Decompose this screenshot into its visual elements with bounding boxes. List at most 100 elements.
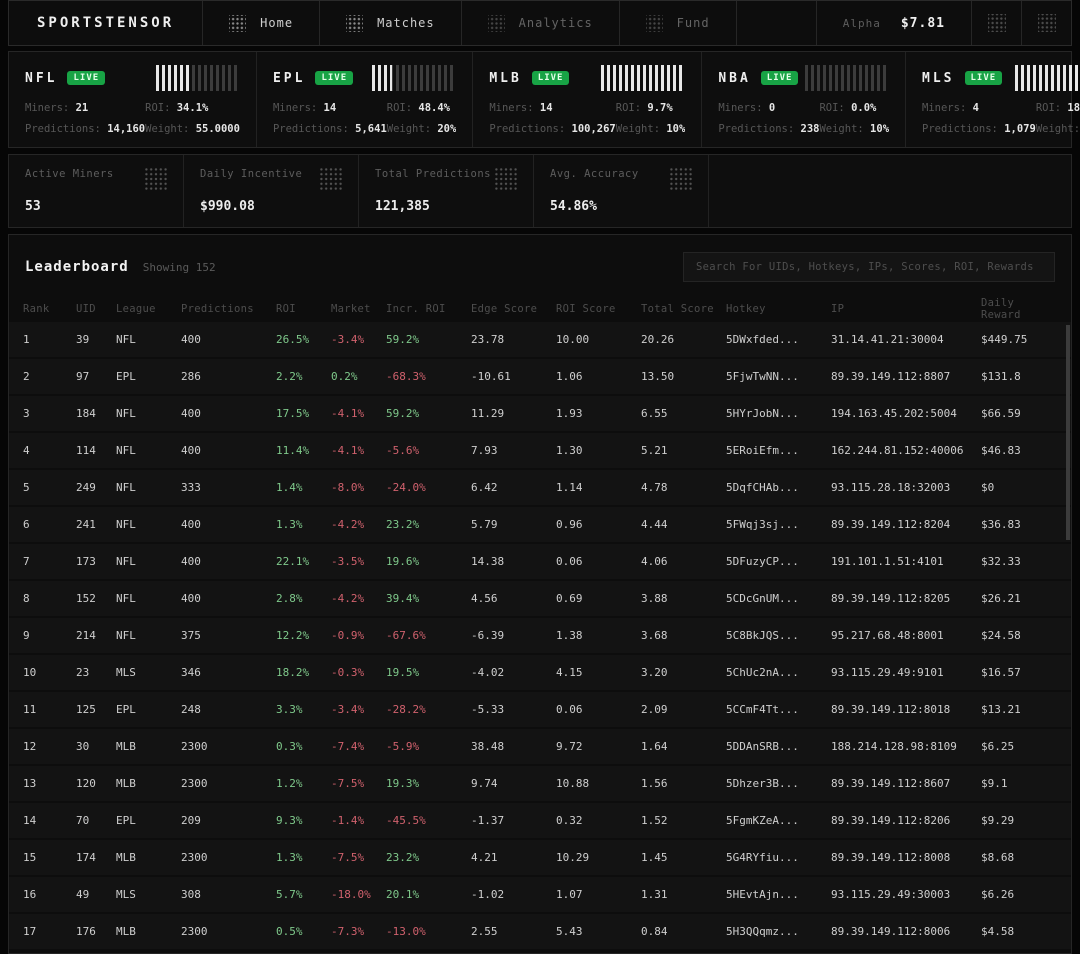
stats-row: Active Miners53Daily Incentive$990.08Tot… xyxy=(8,154,1072,228)
col-header-roi-score[interactable]: ROI Score xyxy=(556,303,641,315)
stat-card-value: 53 xyxy=(25,199,167,214)
cell-rank: 15 xyxy=(23,851,76,864)
cell-uid: 120 xyxy=(76,777,116,790)
cell-daily-reward: $9.1 xyxy=(981,777,1057,790)
league-card-epl: EPLLIVEMiners: 14ROI: 48.4%Predictions: … xyxy=(257,52,473,147)
cell-ip: 162.244.81.152:40006 xyxy=(831,444,981,457)
cell-roi: 17.5% xyxy=(276,407,331,420)
cell-uid: 97 xyxy=(76,370,116,383)
stat-card-total-predictions: Total Predictions121,385 xyxy=(359,155,534,227)
table-row[interactable]: 7173NFL40022.1%-3.5%19.6%14.380.064.065D… xyxy=(9,544,1071,579)
table-row[interactable]: 3184NFL40017.5%-4.1%59.2%11.291.936.555H… xyxy=(9,396,1071,431)
stat-label: Miners: xyxy=(273,102,324,114)
table-row[interactable]: 13120MLB23001.2%-7.5%19.3%9.7410.881.565… xyxy=(9,766,1071,801)
league-card-top: MLSLIVE xyxy=(922,65,1080,91)
cell-incr-roi: 20.1% xyxy=(386,888,471,901)
col-header-rank[interactable]: Rank xyxy=(23,303,76,315)
nav-item-fund[interactable]: Fund xyxy=(620,1,737,45)
stat-value: 18.2% xyxy=(1067,102,1080,114)
col-header-uid[interactable]: UID xyxy=(76,303,116,315)
table-row[interactable]: 4114NFL40011.4%-4.1%-5.6%7.931.305.215ER… xyxy=(9,433,1071,468)
col-header-roi[interactable]: ROI xyxy=(276,303,331,315)
cell-total-score: 20.26 xyxy=(641,333,726,346)
cell-edge-score: 4.56 xyxy=(471,592,556,605)
league-card-top: NBALIVE xyxy=(718,65,889,91)
stat-label: Miners: xyxy=(718,102,769,114)
table-row[interactable]: 6241NFL4001.3%-4.2%23.2%5.790.964.445FWq… xyxy=(9,507,1071,542)
brand-logo[interactable]: SPORTSTENSOR xyxy=(9,1,203,45)
table-row[interactable]: 17176MLB23000.5%-7.3%-13.0%2.555.430.845… xyxy=(9,914,1071,949)
table-row[interactable]: 9214NFL37512.2%-0.9%-67.6%-6.391.383.685… xyxy=(9,618,1071,653)
cell-daily-reward: $24.58 xyxy=(981,629,1057,642)
cell-market: -3.4% xyxy=(331,333,386,346)
league-name: NFL xyxy=(25,71,57,86)
stat-card-label: Daily Incentive xyxy=(200,168,302,180)
cell-roi-score: 0.06 xyxy=(556,703,641,716)
stat-label: ROI: xyxy=(819,102,851,114)
nav-item-analytics[interactable]: Analytics xyxy=(462,1,620,45)
col-header-market[interactable]: Market xyxy=(331,303,386,315)
cell-market: -1.4% xyxy=(331,814,386,827)
grid-icon-button[interactable] xyxy=(971,1,1021,45)
cell-total-score: 4.44 xyxy=(641,518,726,531)
league-card-nfl: NFLLIVEMiners: 21ROI: 34.1%Predictions: … xyxy=(9,52,257,147)
cell-predictions: 2300 xyxy=(181,851,276,864)
col-header-total-score[interactable]: Total Score xyxy=(641,303,726,315)
table-row[interactable]: 139NFL40026.5%-3.4%59.2%23.7810.0020.265… xyxy=(9,322,1071,357)
league-name: MLS xyxy=(922,71,954,86)
cell-league: NFL xyxy=(116,518,181,531)
table-row[interactable]: 15174MLB23001.3%-7.5%23.2%4.2110.291.455… xyxy=(9,840,1071,875)
table-header-row: RankUIDLeaguePredictionsROIMarketIncr. R… xyxy=(9,296,1071,322)
cell-roi-score: 4.15 xyxy=(556,666,641,679)
col-header-edge-score[interactable]: Edge Score xyxy=(471,303,556,315)
col-header-incr-roi[interactable]: Incr. ROI xyxy=(386,303,471,315)
league-stat-predictions: Predictions: 238 xyxy=(718,123,819,135)
table-row[interactable]: 5249NFL3331.4%-8.0%-24.0%6.421.144.785Dq… xyxy=(9,470,1071,505)
table-row[interactable]: 297EPL2862.2%0.2%-68.3%-10.611.0613.505F… xyxy=(9,359,1071,394)
cell-total-score: 6.55 xyxy=(641,407,726,420)
weight-barcode-fill xyxy=(156,65,191,91)
cell-uid: 23 xyxy=(76,666,116,679)
scrollbar-thumb[interactable] xyxy=(1066,325,1070,540)
cell-incr-roi: 23.2% xyxy=(386,851,471,864)
nav-item-home[interactable]: Home xyxy=(203,1,320,45)
cell-daily-reward: $16.57 xyxy=(981,666,1057,679)
table-row[interactable]: 1023MLS34618.2%-0.3%19.5%-4.024.153.205C… xyxy=(9,655,1071,690)
nav-item-matches[interactable]: Matches xyxy=(320,1,462,45)
stat-value: 1,079 xyxy=(1004,123,1036,135)
search-input[interactable] xyxy=(683,252,1055,282)
cell-daily-reward: $4.58 xyxy=(981,925,1057,938)
col-header-ip[interactable]: IP xyxy=(831,303,981,315)
cell-rank: 7 xyxy=(23,555,76,568)
col-header-daily-reward[interactable]: Daily Reward xyxy=(981,297,1057,321)
weight-barcode xyxy=(601,65,685,91)
league-stat-predictions: Predictions: 5,641 xyxy=(273,123,387,135)
cell-incr-roi: 19.3% xyxy=(386,777,471,790)
cell-total-score: 2.09 xyxy=(641,703,726,716)
dashed-square-icon-button[interactable] xyxy=(1021,1,1071,45)
stat-value: 20% xyxy=(437,123,456,135)
cell-edge-score: 5.79 xyxy=(471,518,556,531)
cell-market: -7.4% xyxy=(331,740,386,753)
col-header-predictions[interactable]: Predictions xyxy=(181,303,276,315)
table-row[interactable]: 1230MLB23000.3%-7.4%-5.9%38.489.721.645D… xyxy=(9,729,1071,764)
cell-incr-roi: -67.6% xyxy=(386,629,471,642)
cell-hotkey: 5HEvtAjn... xyxy=(726,888,831,901)
cell-edge-score: 9.74 xyxy=(471,777,556,790)
league-card-mls: MLSLIVEMiners: 4ROI: 18.2%Predictions: 1… xyxy=(906,52,1080,147)
top-nav: SPORTSTENSOR HomeMatchesAnalyticsFund Al… xyxy=(8,0,1072,46)
cell-uid: 39 xyxy=(76,333,116,346)
stat-card-head: Active Miners xyxy=(25,168,167,190)
col-header-hotkey[interactable]: Hotkey xyxy=(726,303,831,315)
table-row[interactable]: 1470EPL2099.3%-1.4%-45.5%-1.370.321.525F… xyxy=(9,803,1071,838)
cell-ip: 93.115.29.49:30003 xyxy=(831,888,981,901)
league-stat-weight: Weight: 55.0000 xyxy=(145,123,240,135)
cell-market: 0.2% xyxy=(331,370,386,383)
cell-league: MLB xyxy=(116,777,181,790)
col-header-league[interactable]: League xyxy=(116,303,181,315)
table-row[interactable]: 11125EPL2483.3%-3.4%-28.2%-5.330.062.095… xyxy=(9,692,1071,727)
table-row[interactable]: 1649MLS3085.7%-18.0%20.1%-1.021.071.315H… xyxy=(9,877,1071,912)
stat-value: 34.1% xyxy=(177,102,209,114)
league-stat-roi: ROI: 9.7% xyxy=(616,102,686,114)
table-row[interactable]: 8152NFL4002.8%-4.2%39.4%4.560.693.885CDc… xyxy=(9,581,1071,616)
